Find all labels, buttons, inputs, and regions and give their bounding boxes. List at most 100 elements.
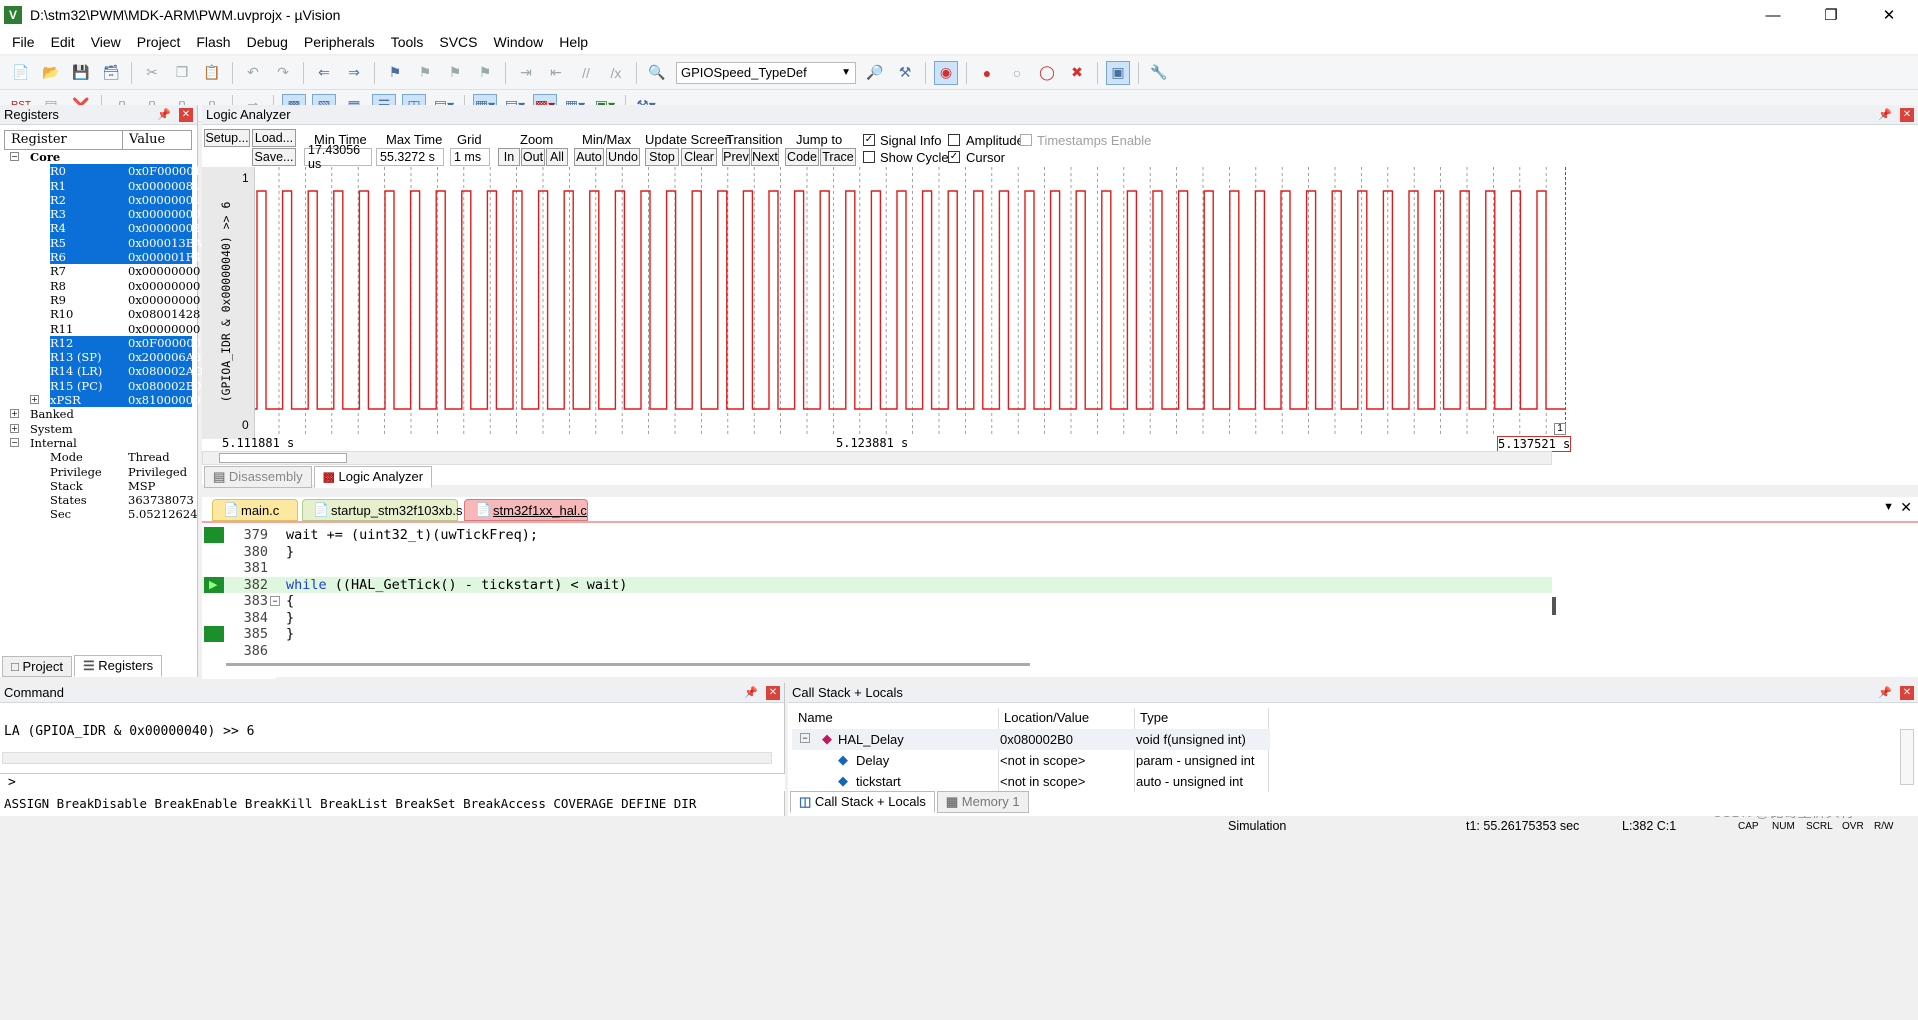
tab-hal-c[interactable]: 📄 stm32f1xx_hal.c [464,499,588,521]
comment-icon[interactable]: // [574,61,598,85]
tabs-dropdown-icon[interactable]: ▼ [1883,501,1894,513]
code-line[interactable]: 384 } [202,610,1552,627]
call-stack-scrollbar[interactable] [1900,729,1914,785]
menu-file[interactable]: File [4,34,43,50]
minimize-icon[interactable]: — [1744,0,1802,30]
next-transition-button[interactable]: Next [751,148,779,166]
register-row[interactable]: + Banked [4,407,192,421]
code-line[interactable]: 379 wait += (uint32_t)(uwTickFreq); [202,527,1552,544]
call-stack-row[interactable]: ◆ Delay <not in scope> param - unsigned int [792,750,1270,771]
close-editor-icon[interactable]: ✕ [1900,499,1912,516]
signal-name[interactable]: (GPIOA_IDR & 0x00000040) >> 6 [219,202,233,403]
register-row[interactable]: R15 (PC) 0x080002B0 [4,378,201,394]
menu-edit[interactable]: Edit [43,34,83,50]
tab-project[interactable]: □ Project [2,655,72,677]
code-area[interactable]: 379 wait += (uint32_t)(uwTickFreq); 380 }… [202,521,1918,679]
tab-main-c[interactable]: 📄 main.c [212,499,298,521]
close-panel-icon[interactable]: ✕ [179,107,193,122]
register-row[interactable]: R2 0x00000001 [4,192,200,208]
jump-code-button[interactable]: Code [785,148,819,166]
pin-icon[interactable]: 📌 [1878,686,1892,699]
new-file-icon[interactable]: 📄 [9,61,33,85]
call-stack-row[interactable]: ◆ tickstart <not in scope> auto - unsigned … [792,771,1270,792]
editor-horizontal-scrollbar[interactable] [226,663,1030,666]
load-button[interactable]: Load... [252,129,296,147]
register-row[interactable]: R5 0x000013BA [4,235,202,251]
code-line[interactable]: 383 {− [202,593,1552,610]
menu-svcs[interactable]: SVCS [431,34,485,50]
register-row[interactable]: R7 0x00000000 [4,264,200,278]
menu-tools[interactable]: Tools [383,34,432,50]
menu-project[interactable]: Project [129,34,189,50]
redo-icon[interactable]: ↷ [271,61,295,85]
paste-icon[interactable]: 📋 [200,61,224,85]
prev-transition-button[interactable]: Prev [722,148,750,166]
zoom-in-button[interactable]: In [498,148,520,166]
close-panel-icon[interactable]: ✕ [1900,107,1914,122]
minmax-undo-button[interactable]: Undo [606,148,640,166]
fold-toggle-icon[interactable]: − [270,596,280,606]
register-row[interactable]: R4 0x00000002 [4,221,200,237]
expand-toggle-icon[interactable]: + [30,395,39,405]
register-row[interactable]: − Internal [4,436,192,450]
close-icon[interactable]: ✕ [1860,0,1918,30]
register-row[interactable]: Stack MSP [4,479,192,493]
signal-info-checkbox[interactable]: ✓ [863,134,875,146]
window-layout-icon[interactable]: ▣ [1106,60,1130,85]
current-statement-icon[interactable]: ▶ [204,576,224,593]
call-stack-row[interactable]: ◆ − HAL_Delay 0x080002B0 void f(unsigned int… [792,729,1270,750]
horizontal-scrollbar[interactable] [202,451,1552,465]
menu-view[interactable]: View [83,34,129,50]
setup-button[interactable]: Setup... [204,129,250,147]
executed-code-marker[interactable] [204,626,224,642]
show-cycles-checkbox[interactable] [863,151,875,163]
zoom-all-button[interactable]: All [546,148,568,166]
copy-icon[interactable]: ❐ [170,61,194,85]
tab-memory-1[interactable]: ▦ Memory 1 [936,791,1029,813]
register-row[interactable]: R3 0x00000000 [4,207,200,222]
register-row[interactable]: R12 0x0F000000 [4,335,201,351]
register-col-header[interactable]: Register [5,131,123,149]
col-type[interactable]: Type [1140,710,1168,725]
uncomment-icon[interactable]: /x [604,61,628,85]
pin-icon[interactable]: 📌 [744,686,758,699]
menu-help[interactable]: Help [551,34,596,50]
configure-icon[interactable]: 🔧 [1147,61,1171,85]
expand-toggle-icon[interactable]: + [10,423,19,433]
register-row[interactable]: Sec 5.05212624 [4,507,198,521]
disable-breakpoint-icon[interactable]: ○ [1005,61,1029,85]
register-row[interactable]: Mode Thread [4,450,192,464]
find-in-files-icon[interactable]: 🔍 [645,61,669,85]
register-row[interactable]: − Core [4,150,192,164]
pin-icon[interactable]: 📌 [157,108,171,121]
command-scrollbar[interactable] [2,752,772,764]
clear-bookmarks-icon[interactable]: ⚑ [473,61,497,85]
expand-toggle-icon[interactable]: − [10,152,19,161]
nav-back-icon[interactable]: ⇐ [312,61,336,85]
register-row[interactable]: R13 (SP) 0x200006A8 [4,350,201,365]
command-input[interactable]: > [0,773,785,791]
cursor-line[interactable] [1565,167,1573,435]
tab-call-stack[interactable]: ◫ Call Stack + Locals [790,791,935,813]
register-row[interactable]: R10 0x08001428 [4,307,200,321]
find-icon[interactable]: 🔎 [863,61,887,85]
minmax-auto-button[interactable]: Auto [574,148,604,166]
save-all-icon[interactable]: 🗃 [99,61,123,85]
register-row[interactable]: States 363738073 [4,493,194,507]
register-row[interactable]: R11 0x00000000 [4,322,200,336]
nav-forward-icon[interactable]: ⇒ [342,61,366,85]
executed-code-marker[interactable] [204,527,224,543]
save-icon[interactable]: 💾 [69,61,93,85]
vertical-scrollbar-thumb[interactable] [1552,597,1556,615]
register-row[interactable]: R0 0x0F000001 [4,164,201,179]
kill-all-breakpoints-icon[interactable]: ✖ [1065,61,1089,85]
pin-icon[interactable]: 📌 [1878,108,1892,121]
code-line[interactable]: 380 } [202,544,1552,561]
menu-window[interactable]: Window [486,34,552,50]
value-col-header[interactable]: Value [123,131,165,149]
expand-toggle-icon[interactable]: + [10,409,19,419]
register-row[interactable]: + xPSR 0x81000000 [4,393,200,408]
breakpoint-icon[interactable]: ● [975,61,999,85]
register-row[interactable]: Privilege Privileged [4,465,192,479]
code-line[interactable]: 385} [202,626,1552,643]
